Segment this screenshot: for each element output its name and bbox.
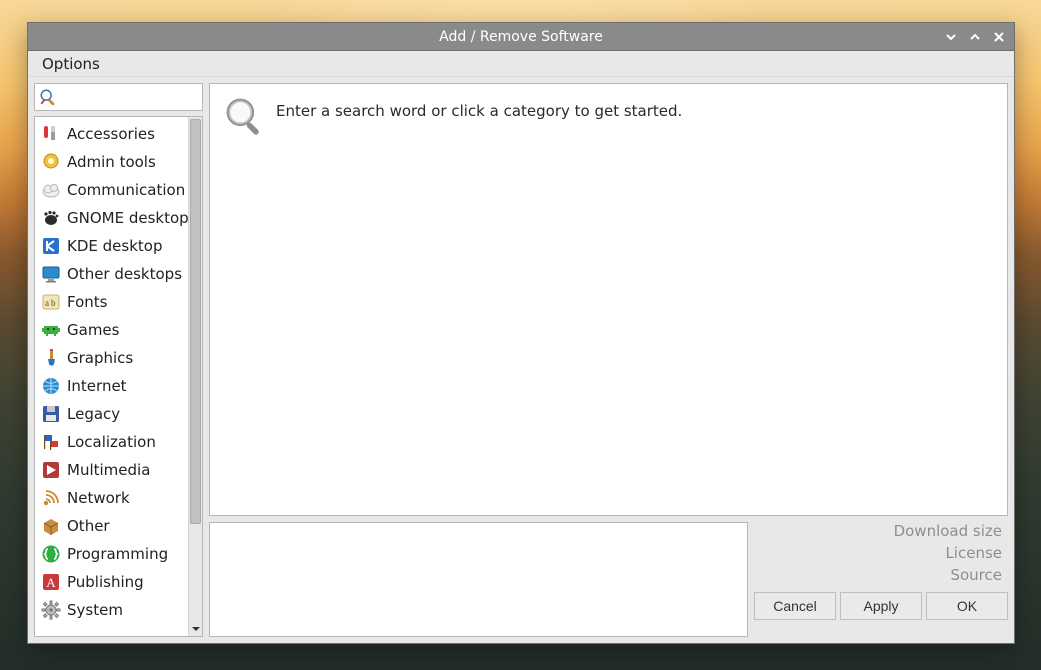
label-source: Source	[754, 566, 1004, 584]
category-item-legacy[interactable]: Legacy	[35, 400, 188, 428]
category-item-internet[interactable]: Internet	[35, 372, 188, 400]
category-item-programming[interactable]: Programming	[35, 540, 188, 568]
fonts-icon	[41, 292, 61, 312]
badge-icon	[41, 152, 61, 172]
bottom-row: Download size License Source Cancel Appl…	[209, 522, 1008, 637]
placeholder-text: Enter a search word or click a category …	[276, 94, 682, 120]
label-license: License	[754, 544, 1004, 562]
ok-button[interactable]: OK	[926, 592, 1008, 620]
category-item-graphics[interactable]: Graphics	[35, 344, 188, 372]
category-item-other-desktops[interactable]: Other desktops	[35, 260, 188, 288]
meta-column: Download size License Source Cancel Appl…	[754, 522, 1008, 637]
meta-labels: Download size License Source	[754, 522, 1008, 584]
cancel-button[interactable]: Cancel	[754, 592, 836, 620]
category-label: Network	[67, 489, 130, 507]
desktop-icon	[41, 264, 61, 284]
titlebar[interactable]: Add / Remove Software	[28, 23, 1014, 51]
left-pane: Accessories Admin tools Communication GNOME…	[34, 83, 203, 637]
flags-icon	[41, 432, 61, 452]
desktop-background: Add / Remove Software Options	[0, 0, 1041, 670]
scrollbar-thumb[interactable]	[190, 119, 201, 524]
menu-options[interactable]: Options	[34, 52, 108, 76]
window-title: Add / Remove Software	[439, 29, 603, 45]
category-label: Localization	[67, 433, 156, 451]
category-panel: Accessories Admin tools Communication GNOME…	[34, 116, 203, 637]
category-item-accessories[interactable]: Accessories	[35, 120, 188, 148]
close-icon	[993, 31, 1005, 43]
knife-icon	[41, 124, 61, 144]
category-label: Games	[67, 321, 119, 339]
category-item-admin-tools[interactable]: Admin tools	[35, 148, 188, 176]
brush-icon	[41, 348, 61, 368]
category-item-fonts[interactable]: Fonts	[35, 288, 188, 316]
category-label: Other desktops	[67, 265, 182, 283]
category-label: System	[67, 601, 123, 619]
category-label: Internet	[67, 377, 127, 395]
search-field-wrap[interactable]	[34, 83, 203, 111]
category-item-system[interactable]: System	[35, 596, 188, 624]
scrollbar-down-arrow-icon[interactable]	[189, 622, 202, 636]
cloud-icon	[41, 180, 61, 200]
category-item-multimedia[interactable]: Multimedia	[35, 456, 188, 484]
category-label: Multimedia	[67, 461, 150, 479]
maximize-button[interactable]	[964, 26, 986, 48]
invader-icon	[41, 320, 61, 340]
globe-icon	[41, 376, 61, 396]
category-label: GNOME desktop	[67, 209, 188, 227]
foot-icon	[41, 208, 61, 228]
label-download-size: Download size	[754, 522, 1004, 540]
results-area: Enter a search word or click a category …	[209, 83, 1008, 516]
apply-button[interactable]: Apply	[840, 592, 922, 620]
category-label: Fonts	[67, 293, 107, 311]
category-item-network[interactable]: Network	[35, 484, 188, 512]
category-label: Admin tools	[67, 153, 156, 171]
category-label: Communication	[67, 181, 185, 199]
window-controls	[940, 23, 1010, 50]
category-item-gnome-desktop[interactable]: GNOME desktop	[35, 204, 188, 232]
category-item-localization[interactable]: Localization	[35, 428, 188, 456]
category-label: Legacy	[67, 405, 120, 423]
button-row: Cancel Apply OK	[754, 592, 1008, 620]
category-item-publishing[interactable]: Publishing	[35, 568, 188, 596]
braces-icon	[41, 544, 61, 564]
category-label: Programming	[67, 545, 168, 563]
window-body: Accessories Admin tools Communication GNOME…	[28, 77, 1014, 643]
category-label: KDE desktop	[67, 237, 162, 255]
chevron-up-icon	[969, 31, 981, 43]
category-label: Other	[67, 517, 110, 535]
gear-icon	[41, 600, 61, 620]
category-label: Publishing	[67, 573, 144, 591]
box-icon	[41, 516, 61, 536]
category-item-other[interactable]: Other	[35, 512, 188, 540]
network-icon	[41, 488, 61, 508]
category-item-communication[interactable]: Communication	[35, 176, 188, 204]
category-item-games[interactable]: Games	[35, 316, 188, 344]
letter-a-icon	[41, 572, 61, 592]
software-window: Add / Remove Software Options	[27, 22, 1015, 644]
film-icon	[41, 460, 61, 480]
shade-button[interactable]	[940, 26, 962, 48]
category-scrollbar[interactable]	[188, 117, 202, 636]
category-label: Accessories	[67, 125, 155, 143]
floppy-icon	[41, 404, 61, 424]
search-icon	[39, 88, 57, 106]
category-item-kde-desktop[interactable]: KDE desktop	[35, 232, 188, 260]
magnifier-icon	[222, 94, 266, 138]
package-detail-box	[209, 522, 748, 637]
chevron-down-icon	[945, 31, 957, 43]
kde-icon	[41, 236, 61, 256]
category-list[interactable]: Accessories Admin tools Communication GNOME…	[35, 117, 188, 636]
category-label: Graphics	[67, 349, 133, 367]
close-button[interactable]	[988, 26, 1010, 48]
right-pane: Enter a search word or click a category …	[209, 83, 1008, 637]
menubar: Options	[28, 51, 1014, 77]
